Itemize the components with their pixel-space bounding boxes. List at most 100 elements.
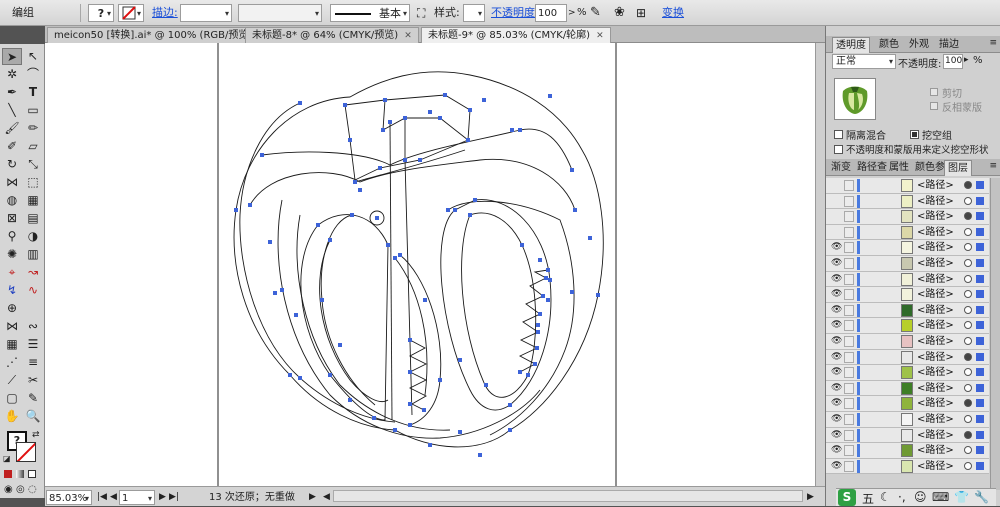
layer-label[interactable]: <路径> bbox=[917, 194, 954, 209]
layer-row[interactable]: 👁 <路径> bbox=[826, 396, 989, 412]
recolor-artwork-icon[interactable]: ✎ bbox=[590, 4, 601, 22]
ime-moon-icon[interactable]: ☾ bbox=[880, 490, 891, 504]
zoom-field[interactable]: 85.03% ▾ bbox=[46, 490, 92, 505]
layer-row[interactable]: 👁 <路径> bbox=[826, 443, 989, 459]
layer-label[interactable]: <路径> bbox=[917, 272, 954, 287]
visibility-eye-icon[interactable]: 👁 bbox=[831, 274, 842, 284]
pencil-tool-icon[interactable]: ✏ bbox=[23, 120, 43, 137]
layer-label[interactable]: <路径> bbox=[917, 459, 954, 474]
target-circle-icon[interactable] bbox=[964, 196, 972, 205]
panel-menu-icon[interactable]: ≡ bbox=[989, 38, 997, 48]
stroke-swatch[interactable]: ▾ bbox=[118, 4, 144, 22]
layer-row[interactable]: 👁 <路径> bbox=[826, 380, 989, 397]
status-menu-arrow[interactable]: ▶ bbox=[309, 490, 316, 505]
hand-pan-tool-icon[interactable]: ↯ bbox=[2, 282, 22, 299]
selection-indicator[interactable] bbox=[976, 290, 984, 299]
lock-toggle[interactable] bbox=[844, 304, 854, 316]
layer-row[interactable]: <路径> bbox=[826, 209, 989, 225]
layer-label[interactable]: <路径> bbox=[917, 287, 954, 302]
layer-label[interactable]: <路径> bbox=[917, 209, 954, 224]
eyedropper-tool-icon[interactable]: ⚲ bbox=[2, 228, 22, 245]
ime-tools-icon[interactable]: 🔧 bbox=[974, 490, 989, 504]
hscroll-left-arrow[interactable]: ◀ bbox=[323, 490, 330, 505]
lock-toggle[interactable] bbox=[844, 382, 854, 394]
ime-emoji-icon[interactable]: ☺ bbox=[914, 490, 927, 504]
visibility-eye-icon[interactable]: 👁 bbox=[831, 430, 842, 440]
first-page-icon[interactable]: |◀ bbox=[97, 490, 107, 505]
layer-row[interactable]: <路径> bbox=[826, 224, 989, 241]
lock-toggle[interactable] bbox=[844, 429, 854, 441]
visibility-eye-icon[interactable] bbox=[831, 196, 842, 206]
tab-gradient[interactable]: 渐变 bbox=[828, 160, 854, 176]
selection-indicator[interactable] bbox=[976, 274, 984, 283]
default-colors-icon[interactable]: ◪ bbox=[3, 454, 11, 463]
target-circle-icon[interactable] bbox=[964, 321, 972, 330]
hand-tool-icon[interactable]: ✋ bbox=[2, 408, 22, 425]
layers-scrollbar[interactable] bbox=[990, 178, 1000, 490]
ime-punct-icon[interactable]: ·, bbox=[898, 490, 906, 504]
layer-label[interactable]: <路径> bbox=[917, 178, 954, 193]
stroke-weight-field[interactable]: ▾ bbox=[180, 4, 232, 22]
ime-skin-icon[interactable]: 👕 bbox=[954, 490, 969, 504]
layer-label[interactable]: <路径> bbox=[917, 396, 954, 411]
transform-link[interactable]: 变换 bbox=[662, 4, 684, 22]
selection-indicator[interactable] bbox=[976, 212, 984, 221]
layer-label[interactable]: <路径> bbox=[917, 256, 954, 271]
selection-indicator[interactable] bbox=[976, 337, 984, 345]
lock-toggle[interactable] bbox=[844, 180, 854, 191]
prev-page-icon[interactable]: ◀ bbox=[110, 490, 117, 505]
layer-row[interactable]: 👁 <路径> bbox=[826, 458, 989, 475]
target-circle-icon[interactable] bbox=[964, 415, 972, 423]
layer-label[interactable]: <路径> bbox=[917, 350, 954, 365]
document-tab[interactable]: meicon50 [转换].ai* @ 100% (RGB/预览)✕ bbox=[47, 27, 273, 43]
selection-indicator[interactable] bbox=[976, 196, 984, 205]
none-mode-icon[interactable] bbox=[28, 470, 36, 478]
selection-indicator[interactable] bbox=[976, 430, 984, 439]
panel-opacity-arrow[interactable]: ▸ bbox=[964, 55, 969, 65]
stroke-link[interactable]: 描边: bbox=[152, 4, 178, 22]
target-circle-icon[interactable] bbox=[964, 259, 972, 267]
variable-width-profile[interactable]: ▾ bbox=[238, 4, 322, 22]
chart-tool-icon[interactable]: ▦ bbox=[2, 336, 22, 353]
scale-tool-icon[interactable]: ⤡ bbox=[23, 156, 43, 173]
visibility-eye-icon[interactable]: 👁 bbox=[831, 383, 842, 393]
opacity-input[interactable]: 100 bbox=[535, 4, 567, 22]
slice-tool-icon[interactable]: ↝ bbox=[23, 264, 43, 281]
column-graph-tool-icon[interactable]: ▥ bbox=[23, 246, 43, 263]
layer-row[interactable]: 👁 <路径> bbox=[826, 349, 989, 366]
visibility-eye-icon[interactable]: 👁 bbox=[831, 414, 842, 424]
horizontal-scrollbar[interactable] bbox=[333, 490, 803, 502]
stroke-color-swatch[interactable] bbox=[16, 442, 36, 462]
graphic-style-picker[interactable]: ▾ bbox=[463, 4, 485, 22]
ime-keyboard-icon[interactable]: ⌨ bbox=[932, 490, 949, 504]
layer-label[interactable]: <路径> bbox=[917, 428, 954, 443]
opacity-mask-checkbox[interactable] bbox=[834, 145, 843, 154]
lock-toggle[interactable] bbox=[844, 195, 854, 207]
line-tool-icon[interactable]: ╲ bbox=[2, 102, 22, 119]
selection-indicator[interactable] bbox=[976, 321, 984, 330]
visibility-eye-icon[interactable]: 👁 bbox=[831, 445, 842, 455]
target-circle-icon[interactable] bbox=[964, 368, 972, 377]
layer-row[interactable]: 👁 <路径> bbox=[826, 240, 989, 256]
tab-color-guide[interactable]: 颜色参 bbox=[912, 160, 948, 176]
selection-tool-icon[interactable]: ➤ bbox=[2, 48, 22, 65]
layer-label[interactable]: <路径> bbox=[917, 443, 954, 458]
lock-toggle[interactable] bbox=[844, 226, 854, 238]
layer-label[interactable]: <路径> bbox=[917, 318, 954, 333]
list-tool-icon[interactable]: ≡ bbox=[23, 354, 43, 371]
target-circle-icon[interactable] bbox=[964, 212, 972, 221]
tab-layers[interactable]: 图层 bbox=[944, 160, 972, 176]
lock-toggle[interactable] bbox=[844, 273, 854, 285]
visibility-eye-icon[interactable] bbox=[831, 211, 842, 221]
symbol-sprayer-tool-icon[interactable]: ✺ bbox=[2, 246, 22, 263]
curve-tool-icon[interactable]: ∿ bbox=[23, 282, 43, 299]
trim-tool-icon[interactable]: ⋰ bbox=[2, 354, 22, 371]
object-thumbnail[interactable] bbox=[834, 78, 876, 120]
panel-opacity-input[interactable]: 100 bbox=[943, 54, 963, 69]
scissors-tool-icon[interactable]: ✂ bbox=[23, 372, 43, 389]
eraser-tool-icon[interactable]: ▱ bbox=[23, 138, 43, 155]
selection-indicator[interactable] bbox=[976, 461, 984, 470]
selection-indicator[interactable] bbox=[976, 399, 984, 408]
type-tool-icon[interactable]: T bbox=[23, 84, 43, 101]
vertical-scrollbar[interactable] bbox=[815, 43, 825, 486]
